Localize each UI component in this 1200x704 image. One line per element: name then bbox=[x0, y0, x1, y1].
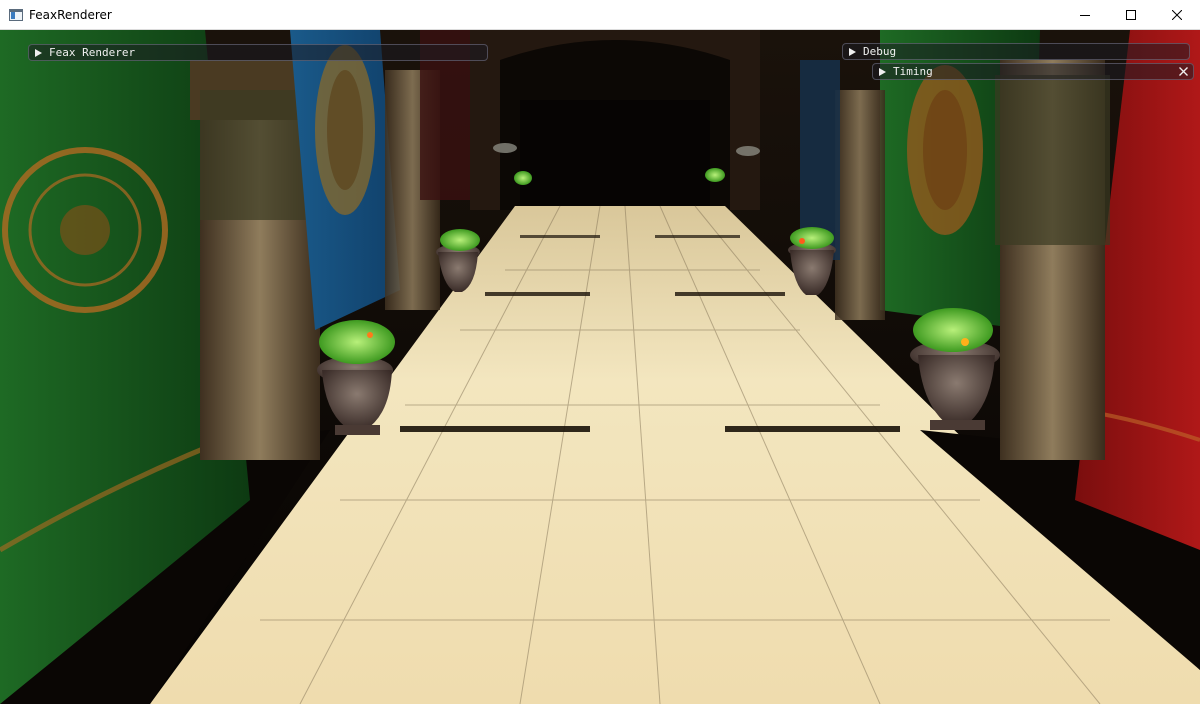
window-title: FeaxRenderer bbox=[29, 7, 112, 22]
close-button[interactable] bbox=[1154, 0, 1200, 30]
debug-panel-label: Debug bbox=[863, 45, 897, 58]
debug-panel-header[interactable]: Debug bbox=[842, 43, 1190, 60]
minimize-button[interactable] bbox=[1062, 0, 1108, 30]
maximize-icon bbox=[1126, 10, 1136, 20]
feax-renderer-panel-header[interactable]: Feax Renderer bbox=[28, 44, 488, 61]
close-icon bbox=[1178, 67, 1188, 76]
timing-panel-label: Timing bbox=[893, 65, 933, 78]
maximize-button[interactable] bbox=[1108, 0, 1154, 30]
app-window: FeaxRenderer Feax Renderer Debug Timing bbox=[0, 0, 1200, 704]
minimize-icon bbox=[1080, 15, 1090, 16]
plant-pot-left-farthest bbox=[514, 171, 532, 185]
timing-close-button[interactable] bbox=[1177, 65, 1189, 78]
plant-pot-right-farthest bbox=[705, 168, 725, 182]
title-bar[interactable]: FeaxRenderer bbox=[0, 0, 1200, 30]
render-viewport[interactable]: Feax Renderer Debug Timing bbox=[0, 30, 1200, 704]
collapse-arrow-icon bbox=[879, 67, 886, 76]
collapse-arrow-icon bbox=[35, 48, 42, 57]
timing-panel-header[interactable]: Timing bbox=[872, 63, 1194, 80]
feax-renderer-panel-label: Feax Renderer bbox=[49, 46, 136, 59]
window-controls bbox=[1062, 0, 1200, 30]
rendered-scene bbox=[0, 30, 1200, 704]
close-icon bbox=[1172, 10, 1182, 20]
app-window-icon bbox=[9, 8, 23, 21]
collapse-arrow-icon bbox=[849, 47, 856, 56]
